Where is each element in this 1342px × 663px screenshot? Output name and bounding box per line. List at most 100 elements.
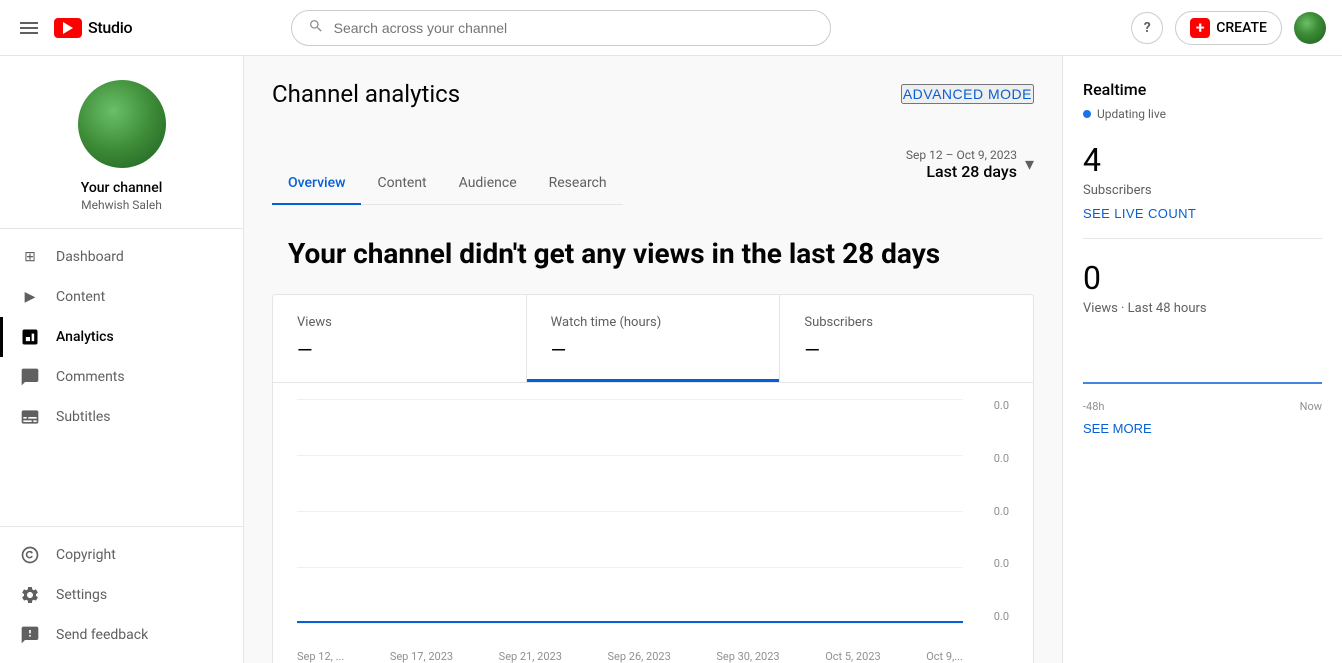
views-time-labels: -48h Now [1083,400,1322,413]
send-feedback-label: Send feedback [56,627,148,643]
views-section: 0 Views · Last 48 hours -48h Now SEE MOR… [1083,259,1322,437]
create-button[interactable]: CREATE [1175,11,1282,45]
analytics-page: Channel analytics ADVANCED MODE Overview… [244,56,1342,663]
realtime-live: Updating live [1083,107,1322,121]
time-end: Now [1300,400,1322,413]
page-header: Channel analytics ADVANCED MODE [272,80,1034,108]
sidebar-bottom: Copyright Settings Send feedback [0,526,243,663]
y-label-4: 0.0 [994,452,1009,465]
comments-label: Comments [56,369,125,385]
settings-label: Settings [56,587,107,603]
channel-handle: Mehwish Saleh [81,198,162,212]
main-layout: Your channel Mehwish Saleh Dashboard Con… [0,56,1342,663]
help-button[interactable]: ? [1131,12,1163,44]
channel-info: Your channel Mehwish Saleh [0,56,243,229]
y-label-3: 0.0 [994,505,1009,518]
chevron-down-icon[interactable]: ▾ [1025,154,1034,175]
sidebar-item-comments[interactable]: Comments [0,357,243,397]
live-dot [1083,110,1091,118]
sidebar-item-subtitles[interactable]: Subtitles [0,397,243,437]
analytics-tabs: Overview Content Audience Research [272,163,623,205]
dashboard-icon [20,247,40,267]
see-more-views-button[interactable]: SEE MORE [1083,421,1152,436]
chart-x-labels: Sep 12, ... Sep 17, 2023 Sep 21, 2023 Se… [297,650,963,663]
sidebar-item-content[interactable]: Content [0,277,243,317]
x-label-1: Sep 12, ... [297,650,344,663]
analytics-main: Channel analytics ADVANCED MODE Overview… [244,56,1062,663]
views-value: 0 [1083,259,1322,297]
search-bar[interactable] [291,10,831,46]
see-live-count-button[interactable]: SEE LIVE COUNT [1083,206,1196,221]
date-range-info: Sep 12 – Oct 9, 2023 Last 28 days [906,148,1017,181]
sidebar-item-analytics[interactable]: Analytics [0,317,243,357]
x-label-5: Sep 30, 2023 [716,650,779,663]
sidebar-item-send-feedback[interactable]: Send feedback [0,615,243,655]
empty-state-title: Your channel didn't get any views in the… [272,237,1034,270]
realtime-panel: Realtime Updating live 4 Subscribers SEE… [1062,56,1342,663]
date-range-sub: Sep 12 – Oct 9, 2023 [906,148,1017,162]
subtitles-label: Subtitles [56,409,111,425]
metric-subs-value: — [804,338,1009,362]
copyright-label: Copyright [56,547,116,563]
search-icon [308,18,324,38]
nav-items: Dashboard Content Analytics Comments [0,229,243,526]
views-chart-area [1083,328,1322,388]
create-label: CREATE [1216,20,1267,36]
studio-label: Studio [88,18,132,37]
subscribers-value: 4 [1083,141,1322,179]
tab-research[interactable]: Research [533,163,623,205]
comments-icon [20,367,40,387]
header-right: ? CREATE [1131,11,1326,45]
metric-watch-time[interactable]: Watch time (hours) — [527,295,781,382]
page-title: Channel analytics [272,80,460,108]
feedback-icon [20,625,40,645]
content-icon [20,287,40,307]
sidebar-item-dashboard[interactable]: Dashboard [0,237,243,277]
y-label-1: 0.0 [994,610,1009,623]
metric-watch-label: Watch time (hours) [551,315,756,330]
metric-subs-label: Subscribers [804,315,1009,330]
analytics-icon [20,327,40,347]
hamburger-menu[interactable] [16,15,42,41]
views-label: Views · Last 48 hours [1083,301,1322,316]
tab-audience[interactable]: Audience [443,163,533,205]
sidebar-item-settings[interactable]: Settings [0,575,243,615]
search-input[interactable] [334,20,814,36]
sidebar: Your channel Mehwish Saleh Dashboard Con… [0,56,244,663]
date-range-selector[interactable]: Sep 12 – Oct 9, 2023 Last 28 days ▾ [906,132,1034,197]
metric-views-label: Views [297,315,502,330]
chart-container: Views — Watch time (hours) — Subscribers… [272,294,1034,663]
chart-area: 0.0 0.0 0.0 0.0 0.0 Sep 12, ... Sep 17, … [273,383,1033,663]
settings-icon [20,585,40,605]
subscribers-label: Subscribers [1083,183,1322,198]
chart-y-labels: 0.0 0.0 0.0 0.0 0.0 [994,399,1009,623]
analytics-label: Analytics [56,329,114,345]
realtime-divider [1083,238,1322,239]
metric-views[interactable]: Views — [273,295,527,382]
y-label-2: 0.0 [994,557,1009,570]
copyright-icon [20,545,40,565]
metrics-row: Views — Watch time (hours) — Subscribers… [273,295,1033,383]
header-left: Studio [16,15,132,41]
metric-views-value: — [297,338,502,362]
advanced-mode-button[interactable]: ADVANCED MODE [901,84,1034,104]
tab-content[interactable]: Content [361,163,442,205]
subtitles-icon [20,407,40,427]
channel-avatar[interactable] [78,80,166,168]
time-start: -48h [1083,400,1104,413]
x-label-3: Sep 21, 2023 [499,650,562,663]
x-label-7: Oct 9,... [926,650,963,663]
views-sparkline [1083,328,1322,388]
tab-overview[interactable]: Overview [272,163,361,205]
realtime-title: Realtime [1083,80,1322,99]
channel-name: Your channel [81,180,163,196]
metric-subscribers[interactable]: Subscribers — [780,295,1033,382]
sidebar-item-copyright[interactable]: Copyright [0,535,243,575]
yt-studio-logo[interactable]: Studio [54,18,132,38]
metric-watch-value: — [551,338,756,362]
avatar[interactable] [1294,12,1326,44]
x-label-4: Sep 26, 2023 [608,650,671,663]
x-label-2: Sep 17, 2023 [390,650,453,663]
y-label-5: 0.0 [994,399,1009,412]
chart-line [297,399,963,623]
